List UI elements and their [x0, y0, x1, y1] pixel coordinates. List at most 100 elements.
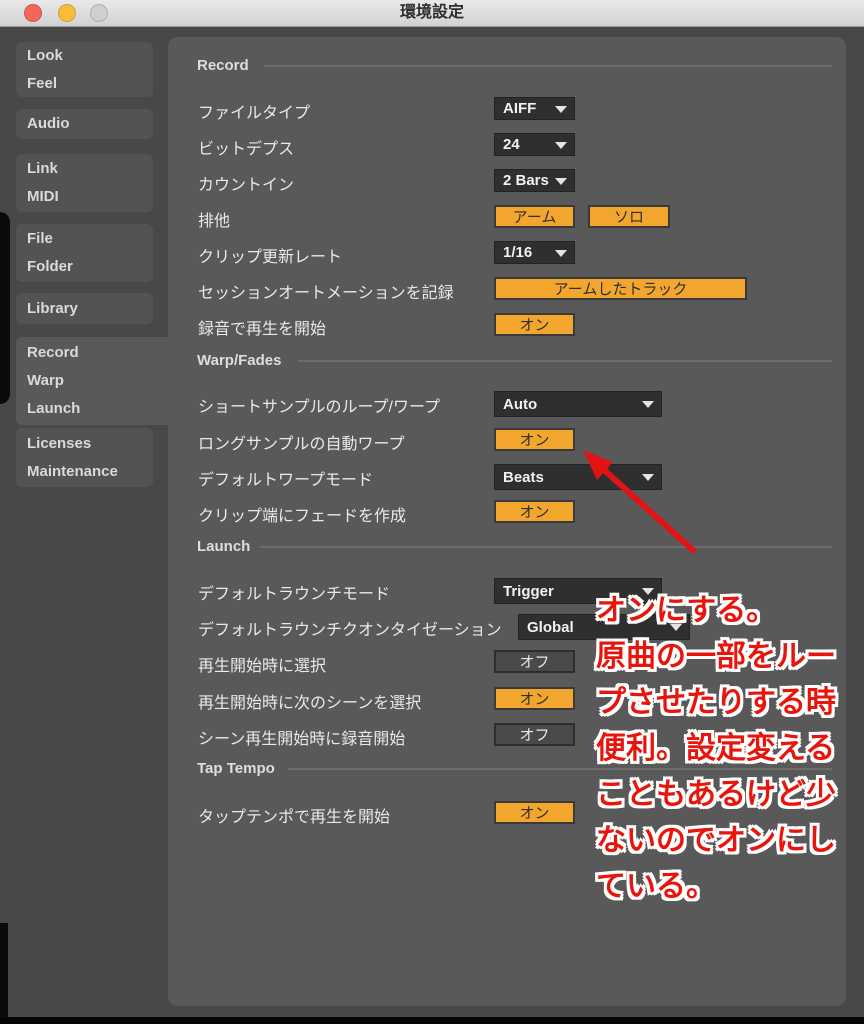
- section-divider: [260, 546, 832, 548]
- window-title: 環境設定: [0, 0, 864, 26]
- dropdown-arrow-icon: [555, 178, 567, 185]
- button-label: オン: [519, 314, 549, 335]
- tab-label: Licenses: [27, 430, 153, 458]
- minimize-button[interactable]: [58, 4, 76, 22]
- tab-label: Maintenance: [27, 458, 153, 486]
- zoom-button[interactable]: [90, 4, 108, 22]
- setting-label: クリップ端にフェードを作成: [198, 502, 406, 526]
- record-session-automation-button[interactable]: アームしたトラック: [494, 277, 747, 300]
- setting-label: ショートサンプルのループ/ワープ: [198, 393, 440, 417]
- row-auto-warp-long-samples: ロングサンプルの自動ワープ オン: [168, 428, 832, 454]
- section-title: Launch: [197, 538, 250, 555]
- tab-label: Audio: [27, 110, 153, 138]
- tab-label: MIDI: [27, 183, 153, 211]
- annotation-line: プさせたりする時: [596, 680, 864, 726]
- sidebar-tab-link-midi[interactable]: Link MIDI: [16, 154, 153, 212]
- start-playback-with-record-toggle[interactable]: オン: [494, 313, 575, 336]
- annotation-line: 原曲の一部をルー: [596, 634, 864, 680]
- close-button[interactable]: [24, 4, 42, 22]
- tab-label: Feel: [27, 70, 153, 98]
- row-record-session-automation: セッションオートメーションを記録 アームしたトラック: [168, 277, 832, 303]
- start-playback-with-tap-tempo-toggle[interactable]: オン: [494, 801, 575, 824]
- dropdown-value: 24: [503, 136, 520, 153]
- dropdown-arrow-icon: [555, 142, 567, 149]
- bit-depth-dropdown[interactable]: 24: [494, 133, 575, 156]
- section-header-warp-fades: Warp/Fades: [168, 352, 832, 372]
- setting-label: ロングサンプルの自動ワープ: [198, 430, 405, 454]
- button-label: オフ: [519, 724, 549, 745]
- auto-warp-long-samples-toggle[interactable]: オン: [494, 428, 575, 451]
- setting-label: セッションオートメーションを記録: [198, 279, 454, 303]
- dropdown-arrow-icon: [642, 401, 654, 408]
- section-title: Tap Tempo: [197, 760, 275, 777]
- dropdown-value: AIFF: [503, 100, 536, 117]
- section-title: Record: [197, 57, 249, 74]
- button-label: オン: [519, 501, 549, 522]
- annotation-text: オンにする。 原曲の一部をルー プさせたりする時 便利。設定変える こともあるけ…: [596, 588, 864, 910]
- button-label: オン: [519, 688, 549, 709]
- setting-label: 録音で再生を開始: [198, 315, 326, 339]
- setting-label: 再生開始時に次のシーンを選択: [198, 689, 421, 713]
- start-recording-on-scene-launch-toggle[interactable]: オフ: [494, 723, 575, 746]
- section-title: Warp/Fades: [197, 352, 281, 369]
- dropdown-value: 2 Bars: [503, 172, 549, 189]
- row-loop-warp-short-samples: ショートサンプルのループ/ワープ Auto: [168, 391, 832, 417]
- background-app-sliver: [0, 923, 8, 1024]
- button-label: アームしたトラック: [554, 278, 688, 299]
- setting-label: カウントイン: [198, 171, 294, 195]
- annotation-line: ている。: [596, 864, 864, 910]
- sidebar-tab-file-folder[interactable]: File Folder: [16, 224, 153, 282]
- file-type-dropdown[interactable]: AIFF: [494, 97, 575, 120]
- row-clip-update-rate: クリップ更新レート 1/16: [168, 241, 832, 267]
- sidebar-tab-library[interactable]: Library: [16, 293, 153, 324]
- tab-label: Look: [27, 42, 153, 70]
- button-label: オフ: [519, 651, 549, 672]
- section-divider: [298, 360, 832, 362]
- annotation-line: 便利。設定変える: [596, 726, 864, 772]
- row-default-warp-mode: デフォルトワープモード Beats: [168, 464, 832, 490]
- row-create-fades: クリップ端にフェードを作成 オン: [168, 500, 832, 526]
- dropdown-arrow-icon: [555, 106, 567, 113]
- sidebar-tab-audio[interactable]: Audio: [16, 109, 153, 139]
- section-header-record: Record: [168, 57, 832, 77]
- exclusive-solo-button[interactable]: ソロ: [588, 205, 670, 228]
- annotation-line: ないのでオンにし: [596, 818, 864, 864]
- create-fades-toggle[interactable]: オン: [494, 500, 575, 523]
- titlebar: 環境設定: [0, 0, 864, 27]
- setting-label: タップテンポで再生を開始: [198, 803, 390, 827]
- clip-update-rate-dropdown[interactable]: 1/16: [494, 241, 575, 264]
- dropdown-arrow-icon: [642, 474, 654, 481]
- count-in-dropdown[interactable]: 2 Bars: [494, 169, 575, 192]
- setting-label: デフォルトラウンチクオンタイゼーション: [198, 616, 502, 640]
- annotation-line: こともあるけど少: [596, 772, 864, 818]
- loop-warp-short-samples-dropdown[interactable]: Auto: [494, 391, 662, 417]
- dropdown-value: Trigger: [503, 583, 554, 600]
- row-file-type: ファイルタイプ AIFF: [168, 97, 832, 123]
- dropdown-value: 1/16: [503, 244, 532, 261]
- default-warp-mode-dropdown[interactable]: Beats: [494, 464, 662, 490]
- sidebar-tab-look-feel[interactable]: Look Feel: [16, 42, 153, 97]
- setting-label: デフォルトラウンチモード: [198, 580, 390, 604]
- setting-label: クリップ更新レート: [198, 243, 342, 267]
- setting-label: ビットデプス: [198, 135, 294, 159]
- select-on-launch-toggle[interactable]: オフ: [494, 650, 575, 673]
- background-app-sliver: [0, 212, 10, 404]
- sidebar-tab-licenses-maintenance[interactable]: Licenses Maintenance: [16, 428, 153, 487]
- dropdown-arrow-icon: [555, 250, 567, 257]
- screen: 環境設定 Look Feel Audio Link MIDI File Fold…: [0, 0, 864, 1024]
- setting-label: ファイルタイプ: [198, 99, 310, 123]
- row-count-in: カウントイン 2 Bars: [168, 169, 832, 195]
- setting-label: シーン再生開始時に録音開始: [198, 725, 405, 749]
- tab-label: Folder: [27, 253, 153, 281]
- button-label: オン: [519, 429, 549, 450]
- tab-label: Library: [27, 295, 153, 323]
- tab-label: File: [27, 225, 153, 253]
- exclusive-arm-button[interactable]: アーム: [494, 205, 575, 228]
- section-divider: [264, 65, 832, 67]
- select-next-scene-on-launch-toggle[interactable]: オン: [494, 687, 575, 710]
- setting-label: デフォルトワープモード: [198, 466, 373, 490]
- button-label: オン: [519, 802, 549, 823]
- row-exclusive: 排他 アーム ソロ: [168, 205, 832, 231]
- dropdown-value: Beats: [503, 469, 544, 486]
- section-header-launch: Launch: [168, 538, 832, 558]
